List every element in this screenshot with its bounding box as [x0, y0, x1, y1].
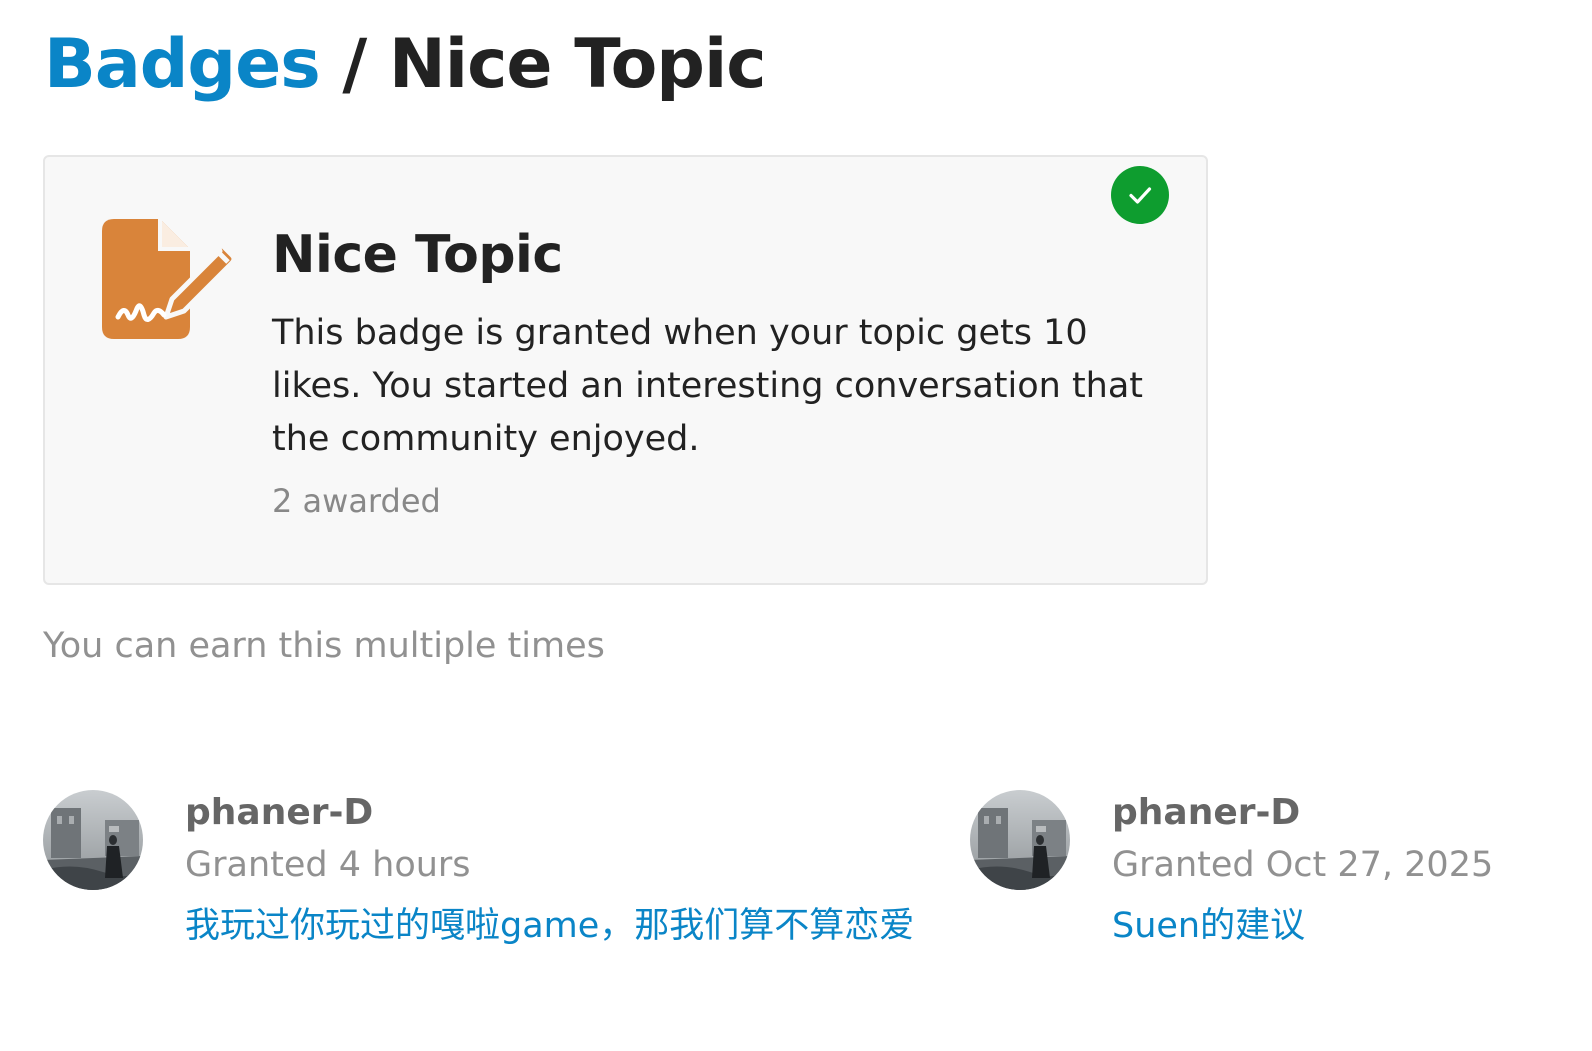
badge-page: Badges / Nice Topic Nice Topic This badg…	[0, 0, 1592, 1051]
multiple-times-note: You can earn this multiple times	[43, 626, 605, 666]
username-link[interactable]: phaner-D	[1112, 790, 1300, 836]
signed-document-pen-icon	[100, 219, 237, 343]
breadcrumb-current: Nice Topic	[388, 25, 767, 104]
breadcrumb-separator: /	[342, 25, 367, 104]
page-title: Badges / Nice Topic	[44, 22, 767, 108]
granted-date: Granted Oct 27, 2025	[1112, 845, 1494, 885]
badge-card: Nice Topic This badge is granted when yo…	[43, 155, 1208, 585]
checkmark-icon	[1111, 166, 1169, 224]
badge-description: This badge is granted when your topic ge…	[272, 313, 1144, 459]
user-avatar[interactable]	[970, 790, 1070, 890]
badge-name: Nice Topic	[272, 225, 563, 285]
username-link[interactable]: phaner-D	[185, 790, 373, 836]
awarded-count: 2 awarded	[272, 482, 441, 520]
topic-link[interactable]: Suen的建议	[1112, 900, 1572, 953]
topic-link[interactable]: 我玩过你玩过的嘎啦game，那我们算不算恋爱	[185, 900, 915, 953]
breadcrumb-badges-link[interactable]: Badges	[44, 25, 321, 104]
granted-date: Granted 4 hours	[185, 845, 471, 885]
user-avatar[interactable]	[43, 790, 143, 890]
